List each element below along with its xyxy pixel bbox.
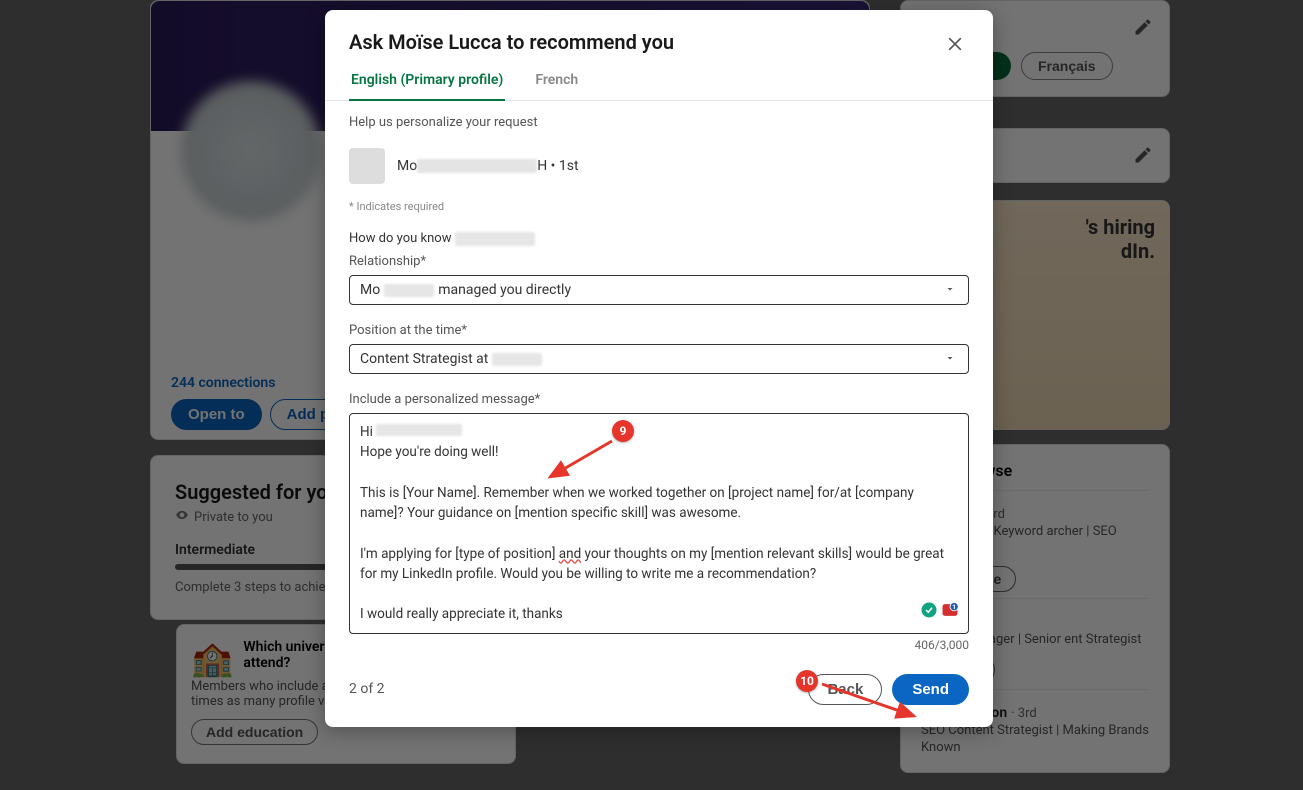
help-text: Help us personalize your request — [349, 115, 969, 130]
char-counter: 406/3,000 — [349, 638, 969, 652]
redacted-text — [492, 353, 542, 366]
position-field: Position at the time* Content Strategist… — [349, 323, 969, 374]
close-button[interactable] — [941, 30, 969, 58]
redacted-text — [455, 232, 535, 246]
message-label: Include a personalized message* — [349, 392, 969, 407]
modal-title: Ask Moïse Lucca to recommend you — [349, 30, 674, 54]
relationship-select[interactable]: Momanaged you directly — [349, 275, 969, 305]
step-indicator: 2 of 2 — [349, 681, 385, 697]
chevron-down-icon — [944, 352, 956, 368]
redacted-text — [376, 424, 462, 436]
required-note: * Indicates required — [349, 200, 969, 213]
person-name-label: MoH • 1st — [397, 158, 579, 174]
annotation-arrow-10 — [818, 680, 924, 724]
position-label: Position at the time* — [349, 323, 969, 338]
grammarly-icon[interactable] — [920, 601, 938, 625]
message-textarea[interactable]: Hi Hope you're doing well! This is [Your… — [349, 413, 969, 634]
annotation-arrow-9 — [540, 435, 620, 485]
close-icon — [945, 34, 965, 54]
language-tabs: English (Primary profile) French — [325, 72, 993, 101]
avatar — [349, 148, 385, 184]
annotation-badge-9: 9 — [612, 420, 634, 442]
annotation-badge-10: 10 — [796, 670, 818, 692]
redacted-text — [384, 284, 434, 297]
tab-english[interactable]: English (Primary profile) — [349, 72, 505, 101]
recommendation-modal: Ask Moïse Lucca to recommend you English… — [325, 10, 993, 727]
editor-extension-icons: 1 — [920, 600, 960, 626]
message-field: Include a personalized message* Hi Hope … — [349, 392, 969, 652]
position-select[interactable]: Content Strategist at — [349, 344, 969, 374]
svg-text:1: 1 — [952, 603, 956, 611]
person-row: MoH • 1st — [349, 148, 969, 184]
relationship-label: Relationship* — [349, 254, 969, 269]
how-know-label: How do you know — [349, 231, 969, 246]
chevron-down-icon — [944, 283, 956, 299]
redacted-text — [417, 159, 537, 173]
tab-french[interactable]: French — [533, 72, 580, 100]
lastpass-icon[interactable]: 1 — [940, 600, 960, 626]
relationship-field: Relationship* Momanaged you directly — [349, 254, 969, 305]
